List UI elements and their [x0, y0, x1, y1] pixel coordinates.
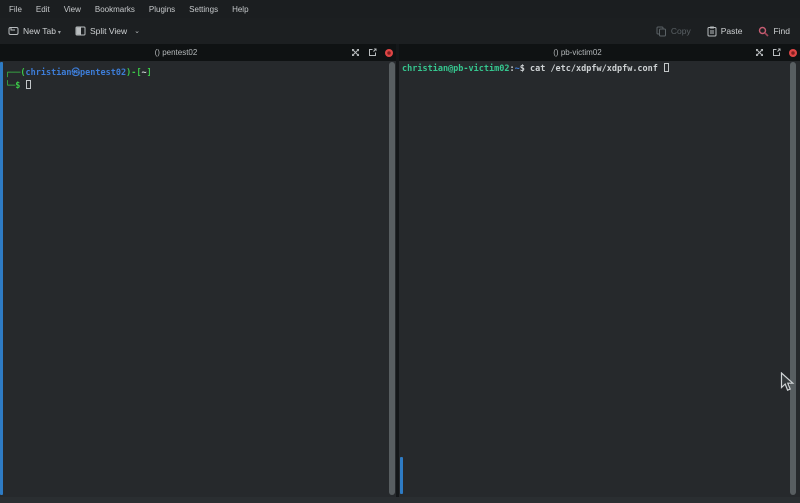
detach-pane-icon[interactable]: [772, 44, 781, 62]
terminal-cursor: [664, 63, 669, 72]
find-magnifier-icon: [758, 26, 769, 37]
left-terminal-output: ┌──(christian㉿pentest02)-[~] └─$: [0, 61, 396, 92]
toolbar: New Tab ▾ Split View ⌄ Copy: [0, 18, 800, 44]
terminal-cursor: [26, 80, 31, 89]
find-button[interactable]: Find: [758, 26, 790, 37]
detach-pane-icon[interactable]: [368, 44, 377, 62]
right-pane-scrollbar[interactable]: [790, 62, 796, 495]
prompt-dollar: $: [520, 64, 530, 74]
close-pane-button[interactable]: [385, 49, 393, 57]
prompt-userhost: christian㉿pentest02: [25, 68, 126, 78]
copy-button: Copy: [656, 26, 691, 37]
left-terminal-pane[interactable]: ┌──(christian㉿pentest02)-[~] └─$: [0, 61, 396, 497]
mouse-pointer-icon: [780, 372, 795, 398]
close-pane-button[interactable]: [789, 49, 797, 57]
left-pane-focus-bar: [0, 62, 3, 495]
konsole-window: File Edit View Bookmarks Plugins Setting…: [0, 0, 800, 503]
split-view-button[interactable]: Split View ⌄: [75, 26, 140, 36]
menu-view[interactable]: View: [57, 5, 88, 14]
split-view-icon: [75, 26, 86, 36]
copy-icon: [656, 26, 667, 37]
new-tab-button[interactable]: New Tab ▾: [8, 26, 61, 36]
right-pane-title: () pb-victim02: [399, 44, 756, 61]
window-bottom-edge: [0, 497, 800, 503]
left-pane-header[interactable]: () pentest02: [0, 44, 396, 61]
maximize-pane-icon[interactable]: [351, 44, 360, 62]
right-pane-header[interactable]: () pb-victim02: [399, 44, 800, 61]
split-view-chevron-down-icon[interactable]: ⌄: [134, 27, 140, 35]
menu-bookmarks[interactable]: Bookmarks: [88, 5, 142, 14]
menubar: File Edit View Bookmarks Plugins Setting…: [0, 0, 800, 18]
prompt-frame: ]: [147, 68, 152, 78]
new-tab-label: New Tab: [23, 26, 56, 36]
prompt-frame: )-[: [126, 68, 141, 78]
right-pane-newline-bar: [400, 457, 403, 494]
menu-edit[interactable]: Edit: [29, 5, 57, 14]
maximize-pane-icon[interactable]: [755, 44, 764, 62]
find-label: Find: [773, 26, 790, 36]
right-terminal-output: christian@pb-victim02:~$ cat /etc/xdpfw/…: [399, 61, 800, 76]
prompt-frame: ┌──(: [5, 68, 25, 78]
paste-label: Paste: [721, 26, 743, 36]
right-terminal-pane[interactable]: christian@pb-victim02:~$ cat /etc/xdpfw/…: [399, 61, 800, 497]
menu-settings[interactable]: Settings: [182, 5, 225, 14]
prompt-dollar: └─$: [5, 81, 25, 91]
copy-label: Copy: [671, 26, 691, 36]
new-tab-icon: [8, 26, 19, 36]
paste-icon: [707, 26, 717, 37]
prompt-userhost: christian@pb-victim02: [402, 64, 509, 74]
split-view-label: Split View: [90, 26, 127, 36]
menu-plugins[interactable]: Plugins: [142, 5, 182, 14]
left-pane-scrollbar[interactable]: [389, 62, 395, 495]
menu-file[interactable]: File: [2, 5, 29, 14]
paste-button[interactable]: Paste: [707, 26, 743, 37]
typed-command: cat /etc/xdpfw/xdpfw.conf: [530, 64, 663, 74]
menu-help[interactable]: Help: [225, 5, 255, 14]
left-pane-title: () pentest02: [0, 44, 352, 61]
new-tab-dropdown-caret[interactable]: ▾: [58, 29, 61, 36]
